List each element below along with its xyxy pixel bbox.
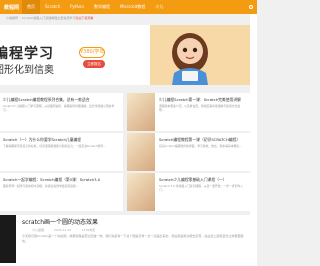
article-description: 课程基本要素介绍，以及舞台区、角色区等功能讲解与使用方法说明... <box>159 104 241 112</box>
nav-item-home[interactable]: 首页 <box>22 0 40 14</box>
notice-link[interactable]: 欢迎下载观看 <box>75 16 93 20</box>
hero-banner[interactable]: 编程学习 图形化到信奥 ¥380/学年 立即报名 <box>0 25 250 85</box>
banner-subtitle: 图形化到信奥 <box>0 65 54 76</box>
article-description: Scratch少儿编程入门学习课程，从基础到进阶，编程案例详细讲解，适合零基础小… <box>3 104 115 112</box>
date-label: 2022-11-21 <box>54 228 72 232</box>
article-card[interactable]: 少儿编程Scratch编程教程系列合集，总有一款适合 Scratch少儿编程入门… <box>0 93 123 131</box>
notice-text: 小编推荐 ：Scratch编程入门基础教程全套免费学习 <box>6 16 76 20</box>
banner-title: 编程学习 <box>0 46 54 62</box>
article-thumbnail[interactable] <box>127 173 155 211</box>
nav-item-scratch[interactable]: Scratch <box>40 0 65 14</box>
views-label: 1178浏览 <box>81 228 96 232</box>
search-icon[interactable] <box>249 5 253 9</box>
article-title[interactable]: Scratch（一）为什么你要学Scratch儿童编程 <box>3 137 121 143</box>
notice-bar: 小编推荐 ：Scratch编程入门基础教程全套免费学习欢迎下载观看 <box>0 16 93 22</box>
nav-item-microbit[interactable]: Micro:bit教程 <box>115 0 150 14</box>
featured-meta: 少儿编程 2022-11-21 1178浏览 <box>32 228 95 232</box>
article-card[interactable]: Scratch一起学编程：Scratch编程（第5课：Scratch3.0 跟着… <box>0 173 123 211</box>
article-description: Scratch 3.0 零基础入门系列课程，从第一课开始，一步一步带你入门... <box>159 184 243 192</box>
featured-title[interactable]: scratch画一个圆的动态效果 <box>22 217 98 226</box>
article-title[interactable]: 少儿编程Scratch第一课：Scratch完美使用讲解 <box>159 97 243 103</box>
article-card[interactable]: Scratch编程教程第一课（初识SCRATCH编程） 初识scratch编程软… <box>127 133 250 171</box>
featured-article[interactable]: scratch画一个圆的动态效果 少儿编程 2022-11-21 1178浏览 … <box>0 215 250 266</box>
article-thumbnail[interactable] <box>127 93 155 131</box>
article-description: 了解编程能带给孩子的好处，培养逻辑思维能力和创造力，一起走进Scratch世界.… <box>3 144 106 148</box>
right-sidebar <box>250 14 257 266</box>
article-card[interactable]: Scratch（一）为什么你要学Scratch儿童编程 了解编程能带给孩子的好处… <box>0 133 123 171</box>
featured-thumbnail[interactable] <box>0 215 16 263</box>
author-label: 少儿编程 <box>32 228 45 232</box>
article-title[interactable]: Scratch一起学编程：Scratch编程（第5课：Scratch3.0 <box>3 177 121 183</box>
nav-item-python[interactable]: Python <box>65 0 89 14</box>
featured-description: 今天我们用Scratch画一个动态圆，效果就像是雷达扫描一样。我们先思考一下这个… <box>22 234 244 243</box>
page: 教程网 首页 Scratch Python 数学编程 Micro:bit教程 少… <box>0 0 257 266</box>
article-card[interactable]: Scratch少儿编程零基础入门课程（一） Scratch 3.0 零基础入门系… <box>127 173 250 211</box>
enroll-button[interactable]: 立即报名 <box>83 60 105 68</box>
nav-item-kids[interactable]: 少儿 <box>150 0 168 14</box>
article-thumbnail[interactable] <box>127 133 155 171</box>
nav-item-math[interactable]: 数学编程 <box>89 0 115 14</box>
article-title[interactable]: Scratch少儿编程零基础入门课程（一） <box>159 177 243 183</box>
top-navigation: 教程网 首页 Scratch Python 数学编程 Micro:bit教程 少… <box>0 0 257 14</box>
article-card[interactable]: 少儿编程Scratch第一课：Scratch完美使用讲解 课程基本要素介绍，以及… <box>127 93 250 131</box>
article-description: 跟着老师一起学习新的积木功能，并通过案例学会实际运用... <box>3 184 79 188</box>
article-description: 初识scratch编程软件的界面，学习角色、舞台、积木等基本概念... <box>159 144 242 148</box>
site-logo[interactable]: 教程网 <box>4 4 22 11</box>
article-title[interactable]: 少儿编程Scratch编程教程系列合集，总有一款适合 <box>3 97 121 103</box>
price-badge: ¥380/学年 <box>79 47 105 58</box>
article-title[interactable]: Scratch编程教程第一课（初识SCRATCH编程） <box>159 137 243 143</box>
cartoon-girl-illustration <box>172 33 208 85</box>
